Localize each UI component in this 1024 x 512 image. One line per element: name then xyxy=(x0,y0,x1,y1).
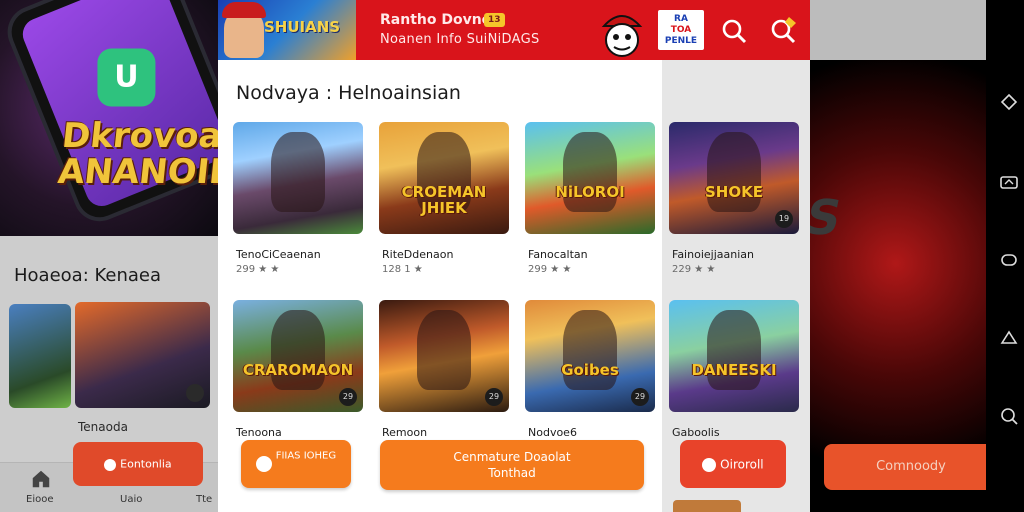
app-header: SHUIANS Rantho Dovne 13 Noanen Info SuiN… xyxy=(218,0,810,60)
header-subtitle: Noanen Info SuiNiDAGS xyxy=(380,32,540,47)
arrow-icon xyxy=(702,457,717,472)
game-badge: 29 xyxy=(339,388,357,406)
home-button-icon[interactable] xyxy=(999,250,1019,270)
game-tile-title: SHOKE xyxy=(705,183,763,201)
search-icon[interactable] xyxy=(721,18,747,44)
game-tile-title: DANEESKI xyxy=(691,361,777,379)
header-brand[interactable]: RA TOA PENLE xyxy=(658,10,704,50)
game-meta: 299 ★ ★ xyxy=(528,264,572,275)
nav-label-3[interactable]: Tte xyxy=(196,494,212,505)
header-badge: 13 xyxy=(484,13,505,27)
community-button[interactable]: Comnoody xyxy=(824,444,998,490)
rotate-icon[interactable] xyxy=(999,92,1019,112)
game-tile[interactable] xyxy=(233,122,363,234)
game-name[interactable]: Tenoona xyxy=(236,426,282,439)
game-name[interactable]: Gaboolis xyxy=(672,426,720,439)
game-tile[interactable]: CROEMAN JHIEK xyxy=(379,122,509,234)
header-title: Rantho Dovne xyxy=(380,12,492,28)
game-meta: 229 ★ ★ xyxy=(672,264,716,275)
game-name[interactable]: RiteDdenaon xyxy=(382,248,453,261)
home-icon[interactable] xyxy=(30,468,52,490)
main-window: SHUIANS Rantho Dovne 13 Noanen Info SuiN… xyxy=(218,0,810,512)
header-logo[interactable]: SHUIANS xyxy=(218,0,356,60)
game-badge: 29 xyxy=(631,388,649,406)
action-button-right[interactable]: Oiroroll xyxy=(680,440,786,488)
game-tile-title: Goibes xyxy=(561,361,619,379)
play-icon xyxy=(104,458,117,471)
mascot-icon xyxy=(601,15,643,57)
game-artwork xyxy=(271,132,325,212)
nav-label-2[interactable]: Uaio xyxy=(120,494,142,505)
game-artwork xyxy=(417,310,471,390)
game-tile[interactable]: DANEESKI xyxy=(669,300,799,412)
game-name[interactable]: Fainoiejjaanian xyxy=(672,248,754,261)
game-tile-title: CRAROMAON xyxy=(242,361,354,379)
game-name[interactable]: TenoCiCeaenan xyxy=(236,248,321,261)
action-button-center[interactable]: Cenmature Doaolat Tonthad xyxy=(380,440,644,490)
logo-word: SHUIANS xyxy=(264,18,341,36)
section-title: Nodvaya : Helnoainsian xyxy=(236,82,461,104)
game-name[interactable]: Remoon xyxy=(382,426,427,439)
left-cta-button[interactable]: Eontonlia xyxy=(73,442,203,486)
game-tile[interactable]: 29 xyxy=(379,300,509,412)
left-hero-banner: ᑌ Dkrovoa ANANOIE xyxy=(0,0,218,236)
game-tile-title: CROEMAN JHIEK xyxy=(401,183,487,217)
game-tile[interactable]: Goibes 29 xyxy=(525,300,655,412)
game-badge: 19 xyxy=(775,210,793,228)
game-meta: 299 ★ ★ xyxy=(236,264,280,275)
chat-icon xyxy=(255,456,272,472)
search-side-icon[interactable] xyxy=(999,406,1019,426)
game-tile-title: NiLOROI xyxy=(555,183,625,201)
left-game-card[interactable] xyxy=(9,304,71,408)
left-section-heading: Hoaeoa: Kenaea xyxy=(14,265,162,286)
game-tile[interactable]: SHOKE 19 xyxy=(669,122,799,234)
action-button-left[interactable]: FIIAS IOHEG xyxy=(241,440,351,488)
screenshot-icon[interactable] xyxy=(999,172,1019,192)
game-name[interactable]: Fanocaltan xyxy=(528,248,588,261)
screen: ᑌ Dkrovoa ANANOIE Hoaeoa: Kenaea Tenaoda… xyxy=(0,0,1024,512)
game-meta: 128 1 ★ xyxy=(382,264,423,275)
back-icon[interactable] xyxy=(999,328,1019,348)
game-name[interactable]: Nodvoe6 xyxy=(528,426,577,439)
app-logo-icon: ᑌ xyxy=(97,48,156,107)
game-badge: 29 xyxy=(485,388,503,406)
next-row-peek xyxy=(673,500,741,512)
nav-label-home[interactable]: Eiooe xyxy=(26,494,54,505)
game-tile[interactable]: NiLOROI xyxy=(525,122,655,234)
left-game-card[interactable] xyxy=(75,302,210,408)
hero-title: Dkrovoa ANANOIE xyxy=(56,116,218,192)
game-tile[interactable]: CRAROMAON 29 xyxy=(233,300,363,412)
search-bolt-icon[interactable] xyxy=(769,14,799,44)
left-item-label: Tenaoda xyxy=(78,420,128,434)
